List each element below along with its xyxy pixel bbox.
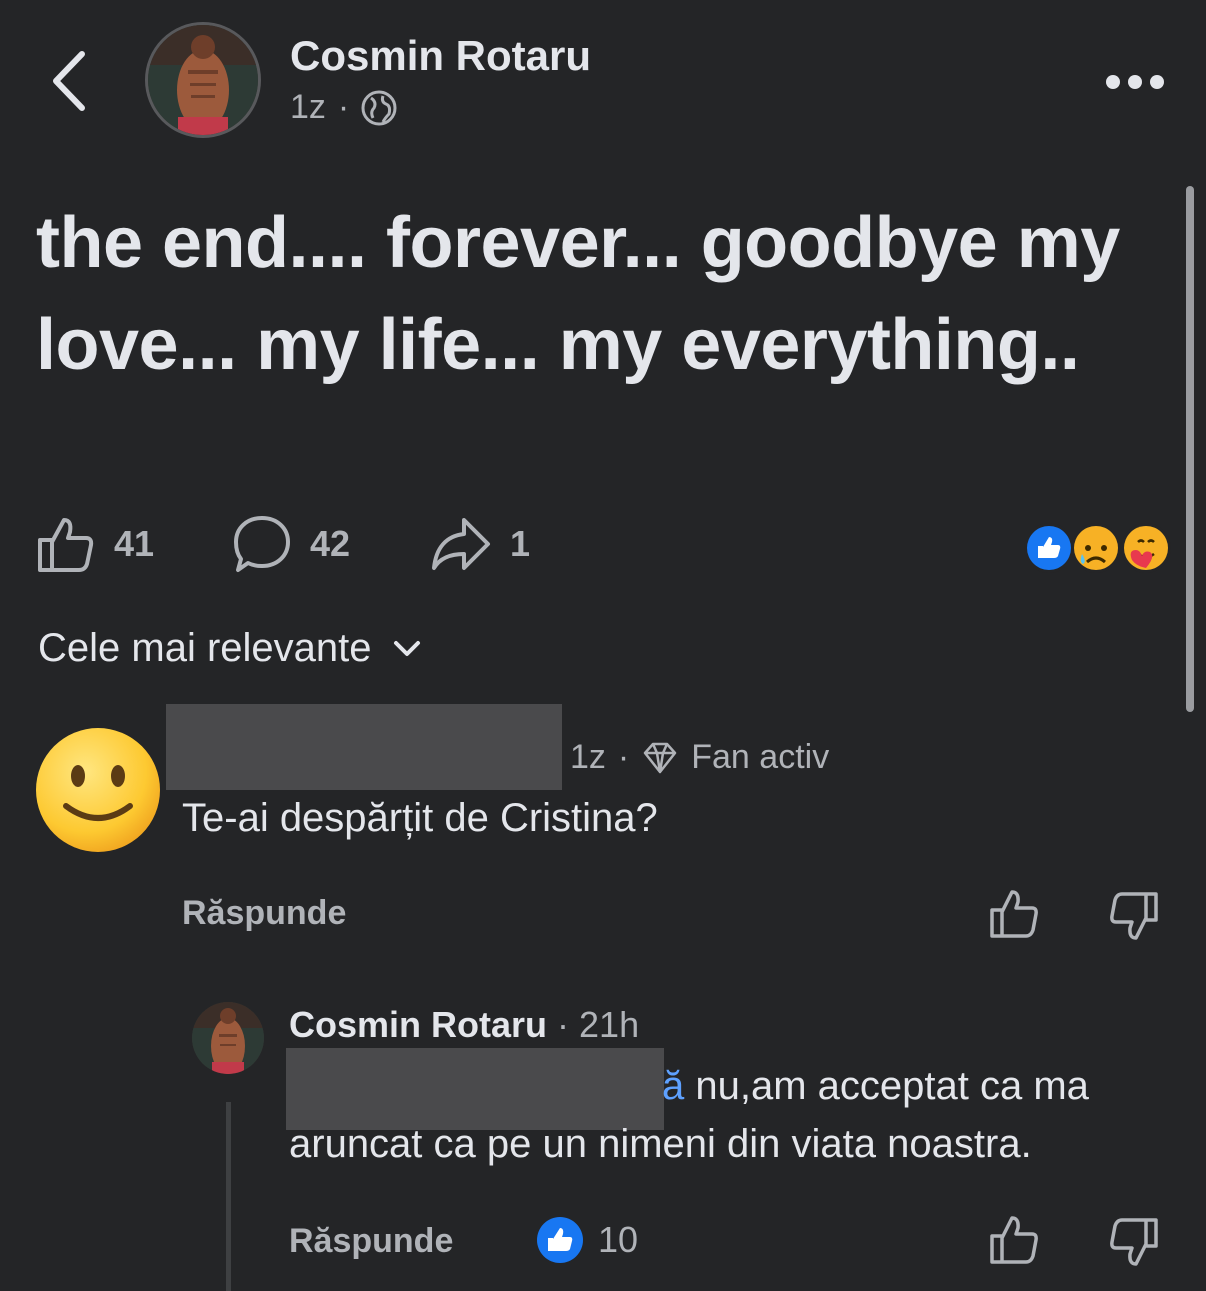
- reply-like-count: 10: [598, 1219, 639, 1260]
- reply-button[interactable]: Răspunde: [182, 894, 346, 933]
- share-count: 1: [510, 523, 531, 564]
- diamond-badge-icon: [644, 742, 677, 773]
- reply-text-line1: ă nu,am acceptat ca ma: [662, 1064, 1089, 1109]
- post-time: 1z: [290, 88, 326, 126]
- comment-button[interactable]: 42: [232, 514, 350, 574]
- thumbs-down-icon[interactable]: [1108, 890, 1160, 942]
- thumbs-up-icon[interactable]: [988, 888, 1040, 940]
- reply-time: · 21h: [557, 1004, 640, 1045]
- comment-bubble-icon: [234, 516, 290, 572]
- commenter-avatar-smiley[interactable]: [34, 726, 162, 854]
- reply-text-part: nu,am acceptat ca ma: [684, 1064, 1089, 1108]
- more-dots-icon[interactable]: [1104, 72, 1166, 92]
- comment-time: 1z: [570, 738, 606, 776]
- author-avatar[interactable]: [145, 22, 261, 138]
- post-meta: 1z ·: [290, 88, 397, 127]
- avatar-photo: [192, 1002, 264, 1074]
- comment-sort-dropdown[interactable]: Cele mai relevante: [38, 626, 422, 671]
- like-reaction-icon: [537, 1217, 583, 1263]
- sad-reaction-icon: [1071, 523, 1121, 573]
- reactions-summary[interactable]: [1024, 520, 1174, 576]
- thumbs-down-icon[interactable]: [1108, 1216, 1160, 1268]
- redacted-commenter-name: [166, 704, 562, 790]
- comment-meta: 1z · Fan activ: [570, 738, 829, 777]
- reply-author-name[interactable]: Cosmin Rotaru: [289, 1004, 547, 1045]
- meta-separator: ·: [337, 88, 350, 126]
- thread-line: [226, 1102, 231, 1291]
- globe-icon: [361, 90, 397, 125]
- reply-like-summary[interactable]: 10: [536, 1216, 638, 1264]
- like-reaction-icon: [1024, 523, 1074, 573]
- reply-text-line2: aruncat ca pe un nimeni din viata noastr…: [289, 1122, 1032, 1166]
- author-name[interactable]: Cosmin Rotaru: [290, 32, 591, 80]
- like-count: 41: [114, 523, 155, 564]
- like-button[interactable]: 41: [36, 514, 154, 574]
- post-text: the end.... forever... goodbye my love..…: [36, 203, 1120, 385]
- share-arrow-icon: [432, 518, 490, 570]
- fan-badge: Fan activ: [691, 738, 830, 776]
- chevron-down-icon: [393, 640, 420, 656]
- comment-text: Te-ai despărțit de Cristina?: [182, 796, 658, 840]
- scrollbar[interactable]: [1186, 186, 1194, 712]
- avatar-photo: [148, 25, 258, 135]
- thumbs-up-icon[interactable]: [988, 1214, 1040, 1266]
- thumbs-up-icon: [38, 518, 94, 572]
- reply-author-line: Cosmin Rotaru · 21h: [289, 1004, 639, 1046]
- reply-author-avatar[interactable]: [192, 1002, 264, 1074]
- mention-link[interactable]: ă: [662, 1064, 684, 1108]
- sort-label: Cele mai relevante: [38, 626, 372, 670]
- care-reaction-icon: [1121, 523, 1171, 573]
- meta-separator: ·: [617, 738, 630, 776]
- share-button[interactable]: 1: [430, 514, 530, 574]
- back-arrow-icon[interactable]: [44, 48, 104, 114]
- comment-count: 42: [310, 523, 351, 564]
- redacted-mention: [286, 1048, 664, 1130]
- reply-button[interactable]: Răspunde: [289, 1222, 453, 1261]
